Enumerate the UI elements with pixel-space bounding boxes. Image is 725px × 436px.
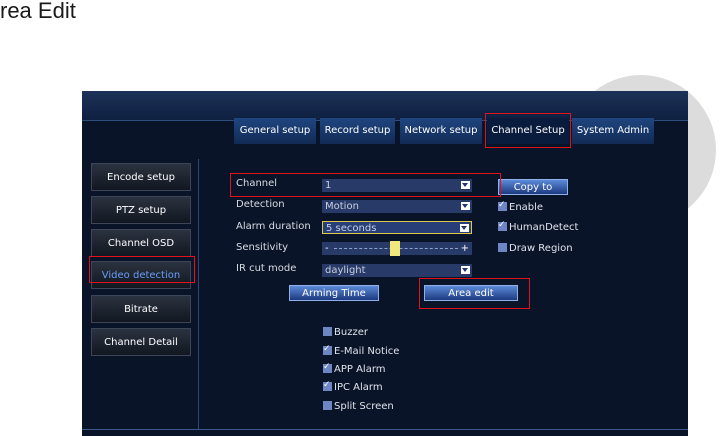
alarm-duration-select[interactable]: 5 seconds <box>322 221 472 234</box>
buzzer-checkbox[interactable]: Buzzer <box>323 326 368 339</box>
buzzer-label: Buzzer <box>334 327 368 338</box>
checkbox-icon <box>498 243 507 252</box>
top-bar <box>82 91 688 121</box>
ir-cut-mode-label: IR cut mode <box>236 263 297 274</box>
human-detect-label: HumanDetect <box>509 222 579 233</box>
minus-icon: - <box>325 243 329 254</box>
enable-label: Enable <box>509 202 544 213</box>
dvr-settings-screen: General setup Record setup Network setup… <box>82 91 688 436</box>
ipc-alarm-checkbox[interactable]: IPC Alarm <box>323 379 383 394</box>
tab-system-admin[interactable]: System Admin <box>572 118 654 144</box>
ipc-alarm-label: IPC Alarm <box>334 382 383 393</box>
checkbox-icon <box>323 401 332 410</box>
app-alarm-label: APP Alarm <box>334 364 386 375</box>
divider <box>198 159 199 429</box>
sensitivity-label: Sensitivity <box>236 242 289 253</box>
email-notice-checkbox[interactable]: E-Mail Notice <box>323 343 400 358</box>
ir-cut-mode-select[interactable]: daylight <box>322 264 472 277</box>
enable-checkbox[interactable]: Enable <box>498 199 544 214</box>
highlight-box-channel-setup <box>485 113 571 148</box>
app-alarm-checkbox[interactable]: APP Alarm <box>323 361 386 376</box>
sidebar-item-channel-detail[interactable]: Channel Detail <box>91 328 191 356</box>
tab-record-setup[interactable]: Record setup <box>320 118 395 144</box>
human-detect-checkbox[interactable]: HumanDetect <box>498 219 579 234</box>
draw-region-checkbox[interactable]: Draw Region <box>498 242 573 255</box>
highlight-box-area-edit <box>419 278 530 309</box>
alarm-duration-label: Alarm duration <box>236 221 311 232</box>
arming-time-button[interactable]: Arming Time <box>289 285 379 301</box>
split-screen-label: Split Screen <box>334 401 394 412</box>
detection-select[interactable]: Motion <box>322 200 472 213</box>
page-title: rea Edit <box>0 0 76 23</box>
highlight-box-video-detection <box>89 256 195 283</box>
checkbox-icon <box>323 327 332 336</box>
chevron-down-icon <box>461 266 470 274</box>
sidebar-item-ptz-setup[interactable]: PTZ setup <box>91 196 191 224</box>
checkbox-icon <box>498 219 507 232</box>
sidebar-item-bitrate[interactable]: Bitrate <box>91 295 191 323</box>
highlight-box-channel <box>230 173 501 197</box>
ir-cut-mode-value: daylight <box>325 265 366 276</box>
bottom-divider <box>82 429 688 430</box>
sensitivity-slider[interactable]: - + <box>322 241 472 256</box>
plus-icon: + <box>460 243 469 254</box>
checkbox-icon <box>323 343 332 356</box>
alarm-duration-value: 5 seconds <box>326 223 377 234</box>
tab-general-setup[interactable]: General setup <box>234 118 316 144</box>
slider-handle[interactable] <box>390 241 400 256</box>
email-notice-label: E-Mail Notice <box>334 346 400 357</box>
checkbox-icon <box>498 199 507 212</box>
detection-value: Motion <box>325 201 359 212</box>
detection-label: Detection <box>236 199 285 210</box>
copy-to-button[interactable]: Copy to <box>498 179 568 195</box>
sidebar-item-encode-setup[interactable]: Encode setup <box>91 163 191 191</box>
split-screen-checkbox[interactable]: Split Screen <box>323 400 394 413</box>
draw-region-label: Draw Region <box>509 243 573 254</box>
checkbox-icon <box>323 361 332 374</box>
chevron-down-icon <box>461 202 470 210</box>
checkbox-icon <box>323 379 332 392</box>
sidebar-item-channel-osd[interactable]: Channel OSD <box>91 229 191 257</box>
tab-network-setup[interactable]: Network setup <box>400 118 482 144</box>
chevron-down-icon <box>460 224 469 232</box>
